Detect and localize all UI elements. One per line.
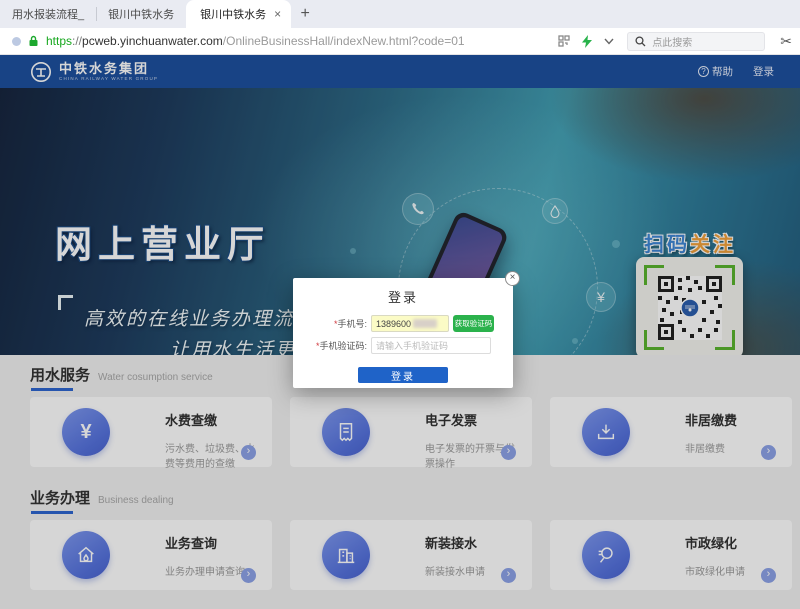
search-placeholder: 点此搜索 — [652, 34, 692, 49]
phone-number-blur-mask — [413, 319, 437, 328]
tab-yinchuan-water-active[interactable]: 银川中铁水务 × — [186, 0, 291, 28]
send-code-button[interactable]: 获取验证码 — [453, 315, 494, 332]
code-row: *手机验证码: — [293, 337, 513, 354]
login-modal-title: 登录 — [293, 278, 513, 306]
tab-yinchuan-water-1[interactable]: 银川中铁水务 — [96, 0, 186, 28]
new-tab-button[interactable]: + — [291, 0, 319, 28]
lightning-extension-icon[interactable] — [582, 35, 592, 48]
site-info-icon[interactable] — [12, 37, 21, 46]
url-separator: :// — [72, 34, 82, 48]
chevron-down-icon[interactable] — [604, 38, 614, 45]
code-label: *手机验证码: — [293, 339, 371, 352]
phone-label: *手机号: — [293, 317, 371, 330]
browser-address-bar: https://pcweb.yinchuanwater.com/OnlineBu… — [0, 28, 800, 55]
qr-login-icon[interactable] — [558, 35, 570, 47]
url-text[interactable]: https://pcweb.yinchuanwater.com/OnlineBu… — [46, 34, 551, 48]
phone-input[interactable]: 1389600 — [371, 315, 449, 332]
browser-search-input[interactable]: 点此搜索 — [627, 32, 765, 51]
tab-label: 银川中铁水务 — [200, 6, 266, 22]
tab-water-install-flow[interactable]: 用水报装流程_ — [0, 0, 96, 28]
login-modal: × 登录 *手机号: 1389600 获取验证码 *手机验证码: 登录 — [293, 278, 513, 388]
search-icon — [635, 36, 646, 47]
modal-close-icon[interactable]: × — [505, 271, 520, 286]
screenshot-scissors-icon[interactable]: ✂ — [780, 33, 792, 50]
url-path: /OnlineBusinessHall/indexNew.html?code=0… — [223, 34, 465, 48]
url-host: pcweb.yinchuanwater.com — [82, 34, 223, 48]
verification-code-input[interactable] — [371, 337, 491, 354]
browser-window: 用水报装流程_ 银川中铁水务 银川中铁水务 × + https://pcweb.… — [0, 0, 800, 609]
url-scheme: https — [46, 34, 72, 48]
tab-close-icon[interactable]: × — [274, 8, 281, 20]
phone-row: *手机号: 1389600 获取验证码 — [293, 315, 513, 332]
login-submit-button[interactable]: 登录 — [358, 367, 448, 383]
browser-tab-bar: 用水报装流程_ 银川中铁水务 银川中铁水务 × + — [0, 0, 800, 28]
phone-value: 1389600 — [376, 319, 411, 329]
ssl-lock-icon[interactable] — [28, 35, 39, 47]
address-bar-actions — [558, 35, 614, 48]
